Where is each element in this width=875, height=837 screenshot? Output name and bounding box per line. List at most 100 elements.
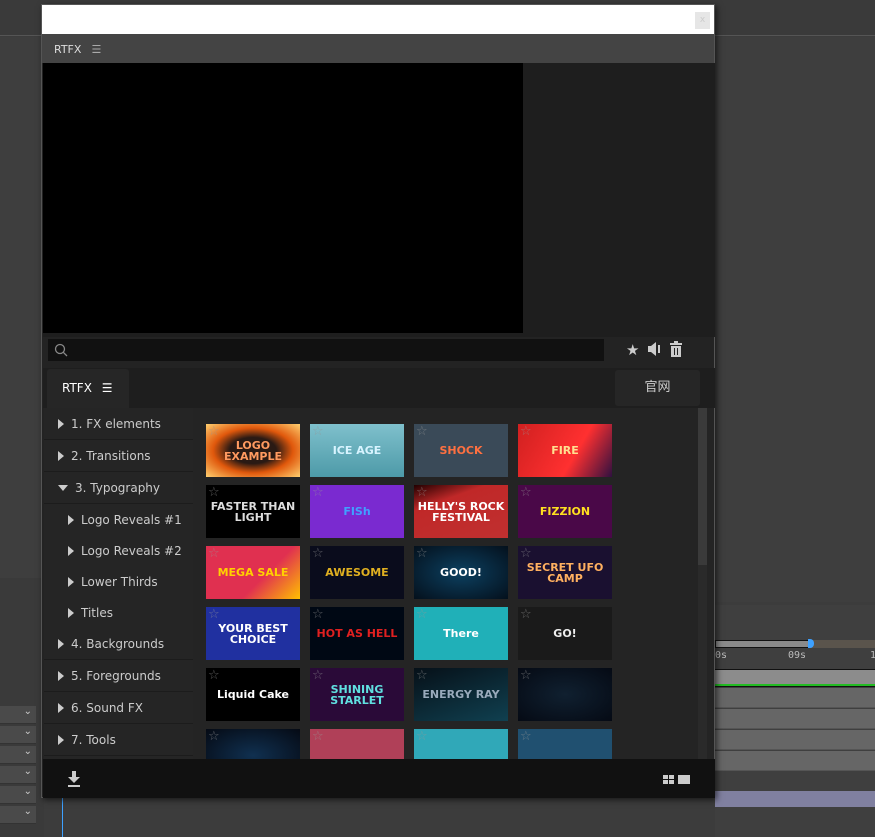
layer-dropdown[interactable]: ⌄ — [0, 706, 36, 724]
favorite-star-icon[interactable]: ☆ — [520, 730, 532, 743]
template-thumbnail[interactable]: ☆ FASTER THAN LIGHT — [206, 485, 300, 538]
favorite-star-icon[interactable]: ☆ — [208, 608, 220, 621]
favorite-star-icon[interactable]: ☆ — [312, 547, 324, 560]
favorite-star-icon[interactable]: ☆ — [312, 669, 324, 682]
template-thumbnail[interactable]: ☆ YOUR BEST CHOICE — [206, 607, 300, 660]
template-thumbnail[interactable]: ☆ HOT AS HELL — [310, 607, 404, 660]
template-thumbnail[interactable]: ☆ GOOD! — [414, 546, 508, 599]
sidebar-item[interactable]: Titles — [44, 597, 193, 628]
favorite-star-icon[interactable]: ☆ — [312, 425, 324, 438]
layer-dropdown[interactable]: ⌄ — [0, 726, 36, 744]
template-thumbnail[interactable]: ☆ SECRET UFO CAMP — [518, 546, 612, 599]
host-app-layer-panel: ⌄ ⌄ ⌄ ⌄ ⌄ ⌄ — [0, 578, 44, 837]
template-thumbnail[interactable]: ☆ FISh — [310, 485, 404, 538]
sidebar-item[interactable]: Logo Reveals #1 — [44, 504, 193, 535]
sidebar-item[interactable]: 3. Typography — [44, 472, 193, 504]
sidebar-item[interactable]: Logo Reveals #2 — [44, 535, 193, 566]
favorite-star-icon[interactable]: ☆ — [312, 730, 324, 743]
favorite-star-icon[interactable]: ☆ — [520, 608, 532, 621]
template-thumbnail[interactable]: ☆ ICE AGE — [310, 424, 404, 477]
window-titlebar[interactable]: x — [42, 5, 714, 34]
sidebar-item-label: 1. FX elements — [71, 417, 161, 431]
favorite-star-icon[interactable]: ☆ — [416, 486, 428, 499]
template-thumbnail[interactable]: ☆ SHOCK — [414, 424, 508, 477]
scrollbar[interactable] — [698, 408, 707, 759]
template-thumbnail[interactable]: ☆ ENERGY RAY — [414, 668, 508, 721]
favorite-star-icon[interactable]: ☆ — [520, 486, 532, 499]
download-icon[interactable] — [67, 771, 81, 787]
template-thumbnail[interactable]: ☆ AWESOME — [310, 546, 404, 599]
template-thumbnail[interactable]: ☆ — [518, 668, 612, 721]
template-thumbnail[interactable]: ☆ — [414, 729, 508, 759]
favorite-star-icon[interactable]: ☆ — [208, 425, 220, 438]
layer-dropdown[interactable]: ⌄ — [0, 786, 36, 804]
favorite-star-icon[interactable]: ☆ — [416, 425, 428, 438]
star-icon[interactable]: ★ — [626, 341, 639, 359]
caret-right-icon — [68, 546, 74, 556]
template-thumbnail[interactable]: ☆ Liquid Cake — [206, 668, 300, 721]
playhead-line — [62, 798, 63, 837]
template-thumbnail[interactable]: ☆ — [310, 729, 404, 759]
template-thumbnail[interactable]: ☆ LOGO EXAMPLE — [206, 424, 300, 477]
sidebar-item[interactable]: 2. Transitions — [44, 440, 193, 472]
sidebar-item[interactable]: 6. Sound FX — [44, 692, 193, 724]
volume-icon[interactable] — [647, 341, 661, 357]
layer-dropdown[interactable]: ⌄ — [0, 746, 36, 764]
favorite-star-icon[interactable]: ☆ — [416, 547, 428, 560]
search-input[interactable] — [48, 339, 604, 361]
thumbnail-title: GOOD! — [440, 566, 482, 579]
grid-view-icon[interactable] — [663, 775, 674, 784]
preview-area — [43, 63, 715, 337]
favorite-star-icon[interactable]: ☆ — [312, 608, 324, 621]
footer — [43, 759, 715, 798]
template-thumbnail[interactable]: ☆ SHINING STARLET — [310, 668, 404, 721]
caret-right-icon — [58, 671, 64, 681]
hamburger-icon[interactable]: ☰ — [91, 43, 101, 56]
favorite-star-icon[interactable]: ☆ — [416, 730, 428, 743]
ruler-label: 1 — [870, 650, 875, 661]
work-area-remaining — [810, 640, 875, 648]
favorite-star-icon[interactable]: ☆ — [312, 486, 324, 499]
sidebar-item[interactable]: 1. FX elements — [44, 408, 193, 440]
template-thumbnail[interactable]: ☆ HELLY'S ROCK FESTIVAL — [414, 485, 508, 538]
caret-right-icon — [58, 419, 64, 429]
sidebar-item[interactable]: 4. Backgrounds — [44, 628, 193, 660]
template-thumbnail[interactable]: ☆ There — [414, 607, 508, 660]
timeline-track — [715, 751, 875, 771]
template-thumbnail[interactable]: ☆ MEGA SALE — [206, 546, 300, 599]
tab-official-site[interactable]: 官网 — [615, 370, 700, 406]
scrollbar-thumb[interactable] — [698, 408, 707, 565]
sidebar-item-label: 2. Transitions — [71, 449, 151, 463]
hamburger-icon[interactable]: ☰ — [102, 381, 113, 395]
layer-dropdown[interactable]: ⌄ — [0, 766, 36, 784]
sidebar-item-label: Logo Reveals #2 — [81, 544, 182, 558]
favorite-star-icon[interactable]: ☆ — [208, 730, 220, 743]
tab-bar: RTFX ☰ 官网 — [43, 368, 715, 408]
list-view-icon[interactable] — [678, 775, 690, 784]
favorite-star-icon[interactable]: ☆ — [208, 669, 220, 682]
template-thumbnail[interactable]: ☆ — [518, 729, 612, 759]
template-thumbnail[interactable]: ☆ FIZZION — [518, 485, 612, 538]
favorite-star-icon[interactable]: ☆ — [416, 608, 428, 621]
favorite-star-icon[interactable]: ☆ — [208, 547, 220, 560]
trash-icon[interactable] — [669, 341, 683, 357]
favorite-star-icon[interactable]: ☆ — [520, 425, 532, 438]
favorite-star-icon[interactable]: ☆ — [416, 669, 428, 682]
favorite-star-icon[interactable]: ☆ — [208, 486, 220, 499]
layer-dropdown[interactable]: ⌄ — [0, 806, 36, 824]
thumbnail-title: SHOCK — [439, 444, 483, 457]
close-button[interactable]: x — [695, 12, 710, 29]
favorite-star-icon[interactable]: ☆ — [520, 669, 532, 682]
render-bar — [715, 684, 875, 687]
sidebar-item-label: 6. Sound FX — [71, 701, 143, 715]
template-thumbnail[interactable]: ☆ FIRE — [518, 424, 612, 477]
favorite-star-icon[interactable]: ☆ — [520, 547, 532, 560]
sidebar-item[interactable]: Lower Thirds — [44, 566, 193, 597]
template-thumbnail[interactable]: ☆ GO! — [518, 607, 612, 660]
timeline-track — [715, 730, 875, 750]
tab-rtfx[interactable]: RTFX ☰ — [47, 369, 129, 408]
template-thumbnail[interactable]: ☆ — [206, 729, 300, 759]
thumbnail-title: HOT AS HELL — [316, 627, 398, 640]
sidebar-item[interactable]: 5. Foregrounds — [44, 660, 193, 692]
sidebar-item[interactable]: 7. Tools — [44, 724, 193, 756]
